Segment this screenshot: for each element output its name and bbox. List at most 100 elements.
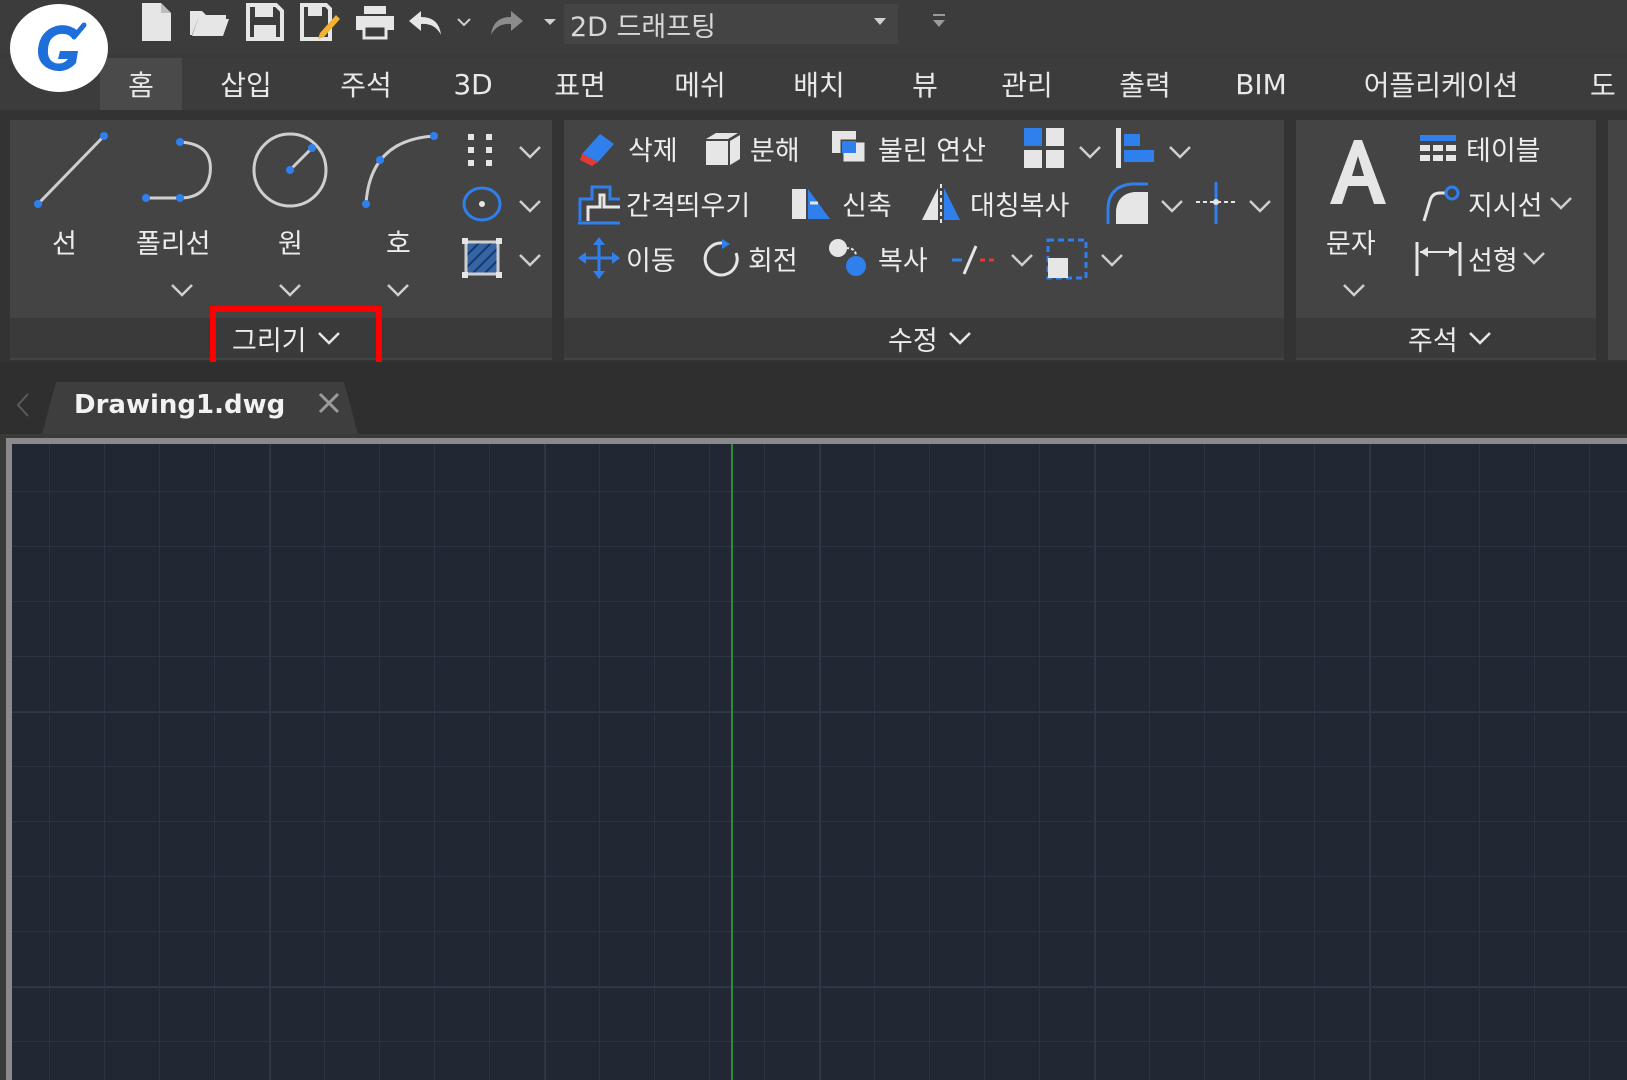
table-icon bbox=[1420, 135, 1456, 161]
undo-icon[interactable] bbox=[406, 2, 446, 42]
tab-tools-partial[interactable]: 도 bbox=[1590, 58, 1627, 110]
circle-dropdown-icon[interactable] bbox=[278, 282, 302, 301]
tab-annotate[interactable]: 주석 bbox=[320, 58, 412, 110]
drawing-canvas[interactable] bbox=[12, 444, 1627, 1080]
tab-mesh[interactable]: 메쉬 bbox=[660, 58, 740, 110]
polyline-dropdown-icon[interactable] bbox=[170, 282, 194, 301]
draw-panel-expand-icon bbox=[317, 332, 340, 345]
modify-panel-expand-icon bbox=[948, 332, 971, 345]
ellipse-tool-icon[interactable] bbox=[460, 184, 504, 224]
redo-icon[interactable] bbox=[486, 2, 526, 42]
move-button[interactable]: 이동 bbox=[576, 236, 676, 280]
stretch-label: 신축 bbox=[842, 190, 892, 222]
workspace-label: 2D 드래프팅 bbox=[570, 11, 716, 43]
scale-dropdown-icon[interactable] bbox=[1100, 252, 1124, 271]
leader-dropdown-icon bbox=[1549, 197, 1572, 210]
leader-icon bbox=[1422, 185, 1460, 222]
text-tool-icon[interactable] bbox=[1322, 132, 1394, 208]
eraser-icon bbox=[580, 134, 614, 166]
draw-panel-title-button[interactable]: 그리기 bbox=[232, 316, 341, 360]
mirror-button[interactable]: 대칭복사 bbox=[920, 182, 1069, 224]
tab-manage[interactable]: 관리 bbox=[986, 58, 1068, 110]
close-icon[interactable] bbox=[316, 388, 342, 418]
tab-scroll-left-icon[interactable] bbox=[14, 390, 34, 420]
boolean-label: 불린 연산 bbox=[878, 135, 986, 167]
tab-3d[interactable]: 3D bbox=[440, 58, 506, 110]
fillet-icon[interactable] bbox=[1104, 180, 1150, 226]
app-logo[interactable] bbox=[10, 4, 108, 92]
tab-layout[interactable]: 배치 bbox=[778, 58, 860, 110]
leader-button[interactable]: 지시선 bbox=[1420, 182, 1573, 224]
boolean-button[interactable]: 불린 연산 bbox=[830, 128, 986, 168]
print-icon[interactable] bbox=[352, 2, 398, 42]
rotate-button[interactable]: 회전 bbox=[702, 236, 798, 280]
break-dropdown-icon[interactable] bbox=[1010, 252, 1034, 271]
save-icon[interactable] bbox=[244, 2, 286, 42]
linear-dimension-icon bbox=[1415, 242, 1462, 276]
workspace-select[interactable]: 2D 드래프팅 bbox=[564, 4, 898, 44]
document-tab-title[interactable]: Drawing1.dwg bbox=[74, 390, 285, 420]
copy-button[interactable]: 복사 bbox=[826, 236, 928, 280]
tab-view[interactable]: 뷰 bbox=[900, 58, 950, 110]
tab-bim[interactable]: BIM bbox=[1226, 58, 1296, 110]
break-icon[interactable] bbox=[950, 240, 1000, 280]
open-folder-icon[interactable] bbox=[186, 2, 232, 42]
explode-button[interactable]: 분해 bbox=[702, 128, 800, 168]
scale-icon[interactable] bbox=[1044, 236, 1090, 282]
annotation-panel-title-button[interactable]: 주석 bbox=[1408, 316, 1492, 360]
text-tool-label[interactable]: 문자 bbox=[1326, 222, 1376, 261]
tab-home[interactable]: 홈 bbox=[100, 58, 182, 110]
polyline-tool-label[interactable]: 폴리선 bbox=[136, 222, 211, 261]
point-dropdown-icon[interactable] bbox=[518, 144, 542, 163]
arc-dropdown-icon[interactable] bbox=[386, 282, 410, 301]
offset-button[interactable]: 간격띄우기 bbox=[576, 182, 751, 225]
polyline-tool-icon[interactable] bbox=[138, 134, 220, 210]
line-tool-icon[interactable] bbox=[28, 130, 114, 210]
circle-tool-label[interactable]: 원 bbox=[278, 222, 303, 261]
array-icon[interactable] bbox=[1022, 126, 1066, 170]
save-as-icon[interactable] bbox=[298, 2, 342, 42]
align-icon[interactable] bbox=[1114, 126, 1158, 170]
stretch-icon bbox=[792, 189, 830, 219]
linear-dimension-label: 선형 bbox=[1468, 245, 1518, 277]
circle-tool-icon[interactable] bbox=[250, 130, 330, 210]
linear-dimension-dropdown-icon bbox=[1522, 252, 1545, 265]
redo-dropdown-icon[interactable] bbox=[540, 2, 560, 42]
offset-label: 간격띄우기 bbox=[626, 190, 751, 222]
modify-panel-title: 수정 bbox=[888, 325, 938, 357]
gstarcad-logo-icon bbox=[37, 22, 87, 72]
array-dropdown-icon[interactable] bbox=[1078, 144, 1102, 163]
hatch-tool-icon[interactable] bbox=[460, 236, 504, 280]
tab-insert[interactable]: 삽입 bbox=[200, 58, 292, 110]
move-label: 이동 bbox=[626, 245, 676, 277]
modify-panel-title-button[interactable]: 수정 bbox=[888, 316, 972, 360]
new-file-icon[interactable] bbox=[136, 2, 176, 42]
customize-quick-access-icon[interactable] bbox=[928, 2, 950, 42]
next-panel-partial bbox=[1608, 120, 1627, 360]
tab-surface[interactable]: 표면 bbox=[540, 58, 620, 110]
tab-output[interactable]: 출력 bbox=[1104, 58, 1186, 110]
move-icon bbox=[578, 237, 620, 279]
linear-dimension-button[interactable]: 선형 bbox=[1414, 236, 1546, 280]
ellipse-dropdown-icon[interactable] bbox=[518, 198, 542, 217]
line-tool-label[interactable]: 선 bbox=[52, 222, 77, 261]
stretch-button[interactable]: 신축 bbox=[790, 182, 892, 224]
erase-button[interactable]: 삭제 bbox=[578, 128, 678, 168]
tab-applications[interactable]: 어플리케이션 bbox=[1346, 58, 1536, 110]
trim-icon[interactable] bbox=[1194, 180, 1238, 226]
table-button[interactable]: 테이블 bbox=[1418, 128, 1541, 168]
text-dropdown-icon[interactable] bbox=[1342, 282, 1366, 301]
undo-dropdown-icon[interactable] bbox=[454, 2, 474, 42]
trim-dropdown-icon[interactable] bbox=[1248, 198, 1272, 217]
fillet-dropdown-icon[interactable] bbox=[1160, 198, 1184, 217]
erase-label: 삭제 bbox=[628, 135, 678, 167]
align-dropdown-icon[interactable] bbox=[1168, 144, 1192, 163]
point-grid-icon[interactable] bbox=[464, 130, 500, 170]
rotate-icon bbox=[703, 239, 739, 277]
leader-label: 지시선 bbox=[1468, 190, 1543, 222]
explode-label: 분해 bbox=[750, 135, 800, 167]
copy-label: 복사 bbox=[878, 245, 928, 277]
arc-tool-icon[interactable] bbox=[360, 130, 440, 210]
arc-tool-label[interactable]: 호 bbox=[386, 222, 411, 261]
hatch-dropdown-icon[interactable] bbox=[518, 252, 542, 271]
